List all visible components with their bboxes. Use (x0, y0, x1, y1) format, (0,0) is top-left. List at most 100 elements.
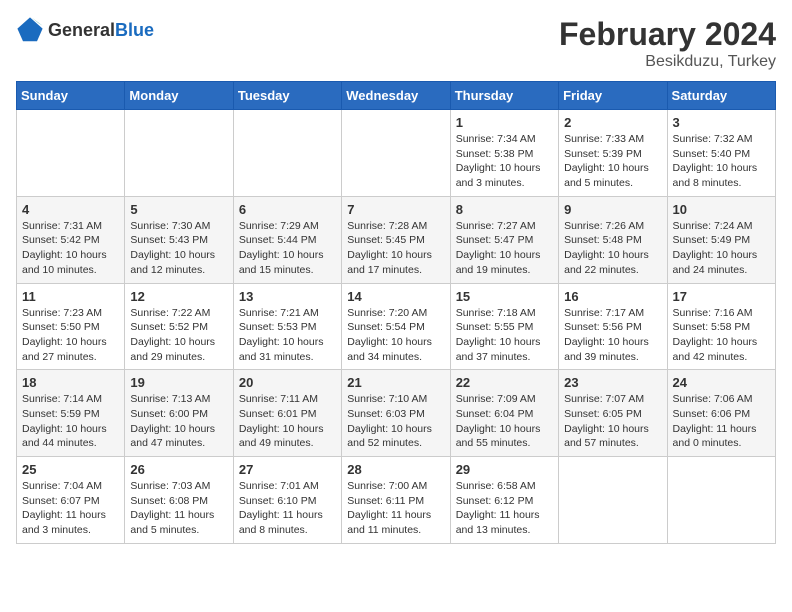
calendar-table: SundayMondayTuesdayWednesdayThursdayFrid… (16, 81, 776, 544)
day-info: Sunrise: 7:26 AM Sunset: 5:48 PM Dayligh… (564, 219, 661, 278)
day-info: Sunrise: 7:07 AM Sunset: 6:05 PM Dayligh… (564, 392, 661, 451)
calendar-cell: 11 Sunrise: 7:23 AM Sunset: 5:50 PM Dayli… (17, 283, 125, 370)
day-number: 21 (347, 375, 444, 390)
day-number: 1 (456, 115, 553, 130)
day-number: 10 (673, 202, 770, 217)
day-number: 6 (239, 202, 336, 217)
weekday-header-monday: Monday (125, 82, 233, 110)
calendar-cell: 1Sunrise: 7:34 AM Sunset: 5:38 PM Daylig… (450, 110, 558, 197)
day-number: 7 (347, 202, 444, 217)
calendar-cell: 9 Sunrise: 7:26 AM Sunset: 5:48 PM Daylig… (559, 196, 667, 283)
calendar-week-3: 11 Sunrise: 7:23 AM Sunset: 5:50 PM Dayli… (17, 283, 776, 370)
day-info: Sunrise: 7:27 AM Sunset: 5:47 PM Dayligh… (456, 219, 553, 278)
day-info: Sunrise: 7:29 AM Sunset: 5:44 PM Dayligh… (239, 219, 336, 278)
day-info: Sunrise: 7:10 AM Sunset: 6:03 PM Dayligh… (347, 392, 444, 451)
calendar-week-1: 1Sunrise: 7:34 AM Sunset: 5:38 PM Daylig… (17, 110, 776, 197)
day-number: 28 (347, 462, 444, 477)
day-number: 19 (130, 375, 227, 390)
day-info: Sunrise: 7:30 AM Sunset: 5:43 PM Dayligh… (130, 219, 227, 278)
weekday-header-saturday: Saturday (667, 82, 775, 110)
month-title: February 2024 (559, 16, 776, 53)
day-number: 12 (130, 289, 227, 304)
calendar-week-2: 4Sunrise: 7:31 AM Sunset: 5:42 PM Daylig… (17, 196, 776, 283)
day-number: 9 (564, 202, 661, 217)
calendar-cell: 28Sunrise: 7:00 AM Sunset: 6:11 PM Dayli… (342, 457, 450, 544)
calendar-cell (17, 110, 125, 197)
calendar-cell (233, 110, 341, 197)
day-info: Sunrise: 7:11 AM Sunset: 6:01 PM Dayligh… (239, 392, 336, 451)
logo-general: General (48, 20, 115, 40)
day-number: 16 (564, 289, 661, 304)
day-info: Sunrise: 7:31 AM Sunset: 5:42 PM Dayligh… (22, 219, 119, 278)
day-number: 20 (239, 375, 336, 390)
logo-icon (16, 16, 44, 44)
day-number: 11 (22, 289, 119, 304)
calendar-cell: 5 Sunrise: 7:30 AM Sunset: 5:43 PM Daylig… (125, 196, 233, 283)
calendar-cell: 4Sunrise: 7:31 AM Sunset: 5:42 PM Daylig… (17, 196, 125, 283)
calendar-cell: 13Sunrise: 7:21 AM Sunset: 5:53 PM Dayli… (233, 283, 341, 370)
calendar-cell (559, 457, 667, 544)
day-number: 18 (22, 375, 119, 390)
day-info: Sunrise: 7:23 AM Sunset: 5:50 PM Dayligh… (22, 306, 119, 365)
day-number: 5 (130, 202, 227, 217)
calendar-cell: 2Sunrise: 7:33 AM Sunset: 5:39 PM Daylig… (559, 110, 667, 197)
day-info: Sunrise: 7:24 AM Sunset: 5:49 PM Dayligh… (673, 219, 770, 278)
calendar-cell: 7Sunrise: 7:28 AM Sunset: 5:45 PM Daylig… (342, 196, 450, 283)
weekday-header-thursday: Thursday (450, 82, 558, 110)
day-number: 22 (456, 375, 553, 390)
day-number: 24 (673, 375, 770, 390)
calendar-cell: 24 Sunrise: 7:06 AM Sunset: 6:06 PM Dayli… (667, 370, 775, 457)
calendar-cell: 8 Sunrise: 7:27 AM Sunset: 5:47 PM Daylig… (450, 196, 558, 283)
day-number: 15 (456, 289, 553, 304)
day-number: 13 (239, 289, 336, 304)
calendar-cell: 3 Sunrise: 7:32 AM Sunset: 5:40 PM Daylig… (667, 110, 775, 197)
calendar-cell: 26 Sunrise: 7:03 AM Sunset: 6:08 PM Dayli… (125, 457, 233, 544)
day-info: Sunrise: 7:03 AM Sunset: 6:08 PM Dayligh… (130, 479, 227, 538)
calendar-cell: 20 Sunrise: 7:11 AM Sunset: 6:01 PM Dayli… (233, 370, 341, 457)
day-info: Sunrise: 7:04 AM Sunset: 6:07 PM Dayligh… (22, 479, 119, 538)
day-info: Sunrise: 7:13 AM Sunset: 6:00 PM Dayligh… (130, 392, 227, 451)
day-number: 29 (456, 462, 553, 477)
calendar-cell: 15 Sunrise: 7:18 AM Sunset: 5:55 PM Dayli… (450, 283, 558, 370)
calendar-cell: 17 Sunrise: 7:16 AM Sunset: 5:58 PM Dayli… (667, 283, 775, 370)
calendar-cell: 18 Sunrise: 7:14 AM Sunset: 5:59 PM Dayli… (17, 370, 125, 457)
day-info: Sunrise: 7:06 AM Sunset: 6:06 PM Dayligh… (673, 392, 770, 451)
title-section: February 2024 Besikduzu, Turkey (559, 16, 776, 71)
calendar-cell (342, 110, 450, 197)
logo-blue: Blue (115, 20, 154, 40)
day-number: 3 (673, 115, 770, 130)
day-info: Sunrise: 7:32 AM Sunset: 5:40 PM Dayligh… (673, 132, 770, 191)
day-info: Sunrise: 7:16 AM Sunset: 5:58 PM Dayligh… (673, 306, 770, 365)
day-number: 25 (22, 462, 119, 477)
day-info: Sunrise: 7:17 AM Sunset: 5:56 PM Dayligh… (564, 306, 661, 365)
day-info: Sunrise: 7:22 AM Sunset: 5:52 PM Dayligh… (130, 306, 227, 365)
logo: GeneralBlue (16, 16, 154, 44)
calendar-cell: 10 Sunrise: 7:24 AM Sunset: 5:49 PM Dayli… (667, 196, 775, 283)
page-header: GeneralBlue February 2024 Besikduzu, Tur… (16, 16, 776, 71)
day-number: 8 (456, 202, 553, 217)
calendar-cell: 23 Sunrise: 7:07 AM Sunset: 6:05 PM Dayli… (559, 370, 667, 457)
day-number: 17 (673, 289, 770, 304)
day-info: Sunrise: 7:14 AM Sunset: 5:59 PM Dayligh… (22, 392, 119, 451)
calendar-cell: 27Sunrise: 7:01 AM Sunset: 6:10 PM Dayli… (233, 457, 341, 544)
calendar-week-4: 18 Sunrise: 7:14 AM Sunset: 5:59 PM Dayli… (17, 370, 776, 457)
calendar-week-5: 25 Sunrise: 7:04 AM Sunset: 6:07 PM Dayli… (17, 457, 776, 544)
day-info: Sunrise: 6:58 AM Sunset: 6:12 PM Dayligh… (456, 479, 553, 538)
calendar-cell: 16 Sunrise: 7:17 AM Sunset: 5:56 PM Dayli… (559, 283, 667, 370)
day-number: 23 (564, 375, 661, 390)
weekday-header-sunday: Sunday (17, 82, 125, 110)
calendar-cell: 12 Sunrise: 7:22 AM Sunset: 5:52 PM Dayli… (125, 283, 233, 370)
location-subtitle: Besikduzu, Turkey (559, 53, 776, 71)
calendar-cell: 22 Sunrise: 7:09 AM Sunset: 6:04 PM Dayli… (450, 370, 558, 457)
calendar-cell: 21 Sunrise: 7:10 AM Sunset: 6:03 PM Dayli… (342, 370, 450, 457)
calendar-cell (667, 457, 775, 544)
weekday-header-tuesday: Tuesday (233, 82, 341, 110)
calendar-cell (125, 110, 233, 197)
calendar-cell: 6 Sunrise: 7:29 AM Sunset: 5:44 PM Daylig… (233, 196, 341, 283)
day-number: 27 (239, 462, 336, 477)
day-number: 26 (130, 462, 227, 477)
weekday-header-row: SundayMondayTuesdayWednesdayThursdayFrid… (17, 82, 776, 110)
day-info: Sunrise: 7:33 AM Sunset: 5:39 PM Dayligh… (564, 132, 661, 191)
day-info: Sunrise: 7:09 AM Sunset: 6:04 PM Dayligh… (456, 392, 553, 451)
day-info: Sunrise: 7:18 AM Sunset: 5:55 PM Dayligh… (456, 306, 553, 365)
